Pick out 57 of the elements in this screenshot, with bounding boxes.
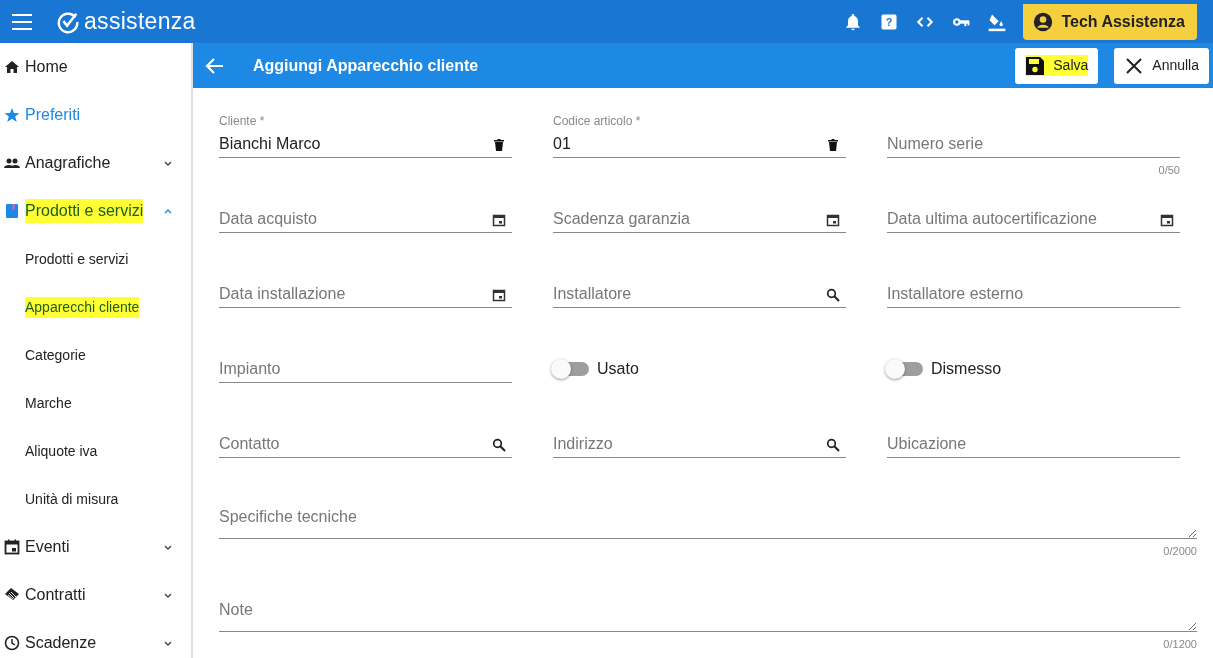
user-button[interactable]: Tech Assistenza <box>1023 3 1197 40</box>
sidebar-item[interactable]: Eventi <box>0 523 191 571</box>
page-title: Aggiungi Apparecchio cliente <box>253 55 479 76</box>
search-icon[interactable] <box>826 438 840 452</box>
calendar-icon[interactable] <box>826 213 840 227</box>
star-icon <box>4 107 20 123</box>
back-arrow-icon[interactable] <box>205 55 225 76</box>
input-field[interactable]: Data ultima autocertificazione <box>887 205 1180 233</box>
trash-icon[interactable] <box>826 138 840 152</box>
input-field[interactable]: Scadenza garanzia <box>553 205 846 233</box>
sidebar-item[interactable]: Anagrafiche <box>0 139 191 187</box>
sidebar-item[interactable]: Unità di misura <box>0 475 191 523</box>
calendar-icon[interactable] <box>1160 213 1174 227</box>
logo-text: assistenza <box>84 7 196 37</box>
calendar-icon[interactable] <box>492 288 506 302</box>
toggle-label: Usato <box>597 359 639 379</box>
field-label: Codice articolo * <box>553 114 641 128</box>
sidebar-item[interactable]: Contratti <box>0 571 191 619</box>
book-icon <box>4 203 20 219</box>
sidebar-item[interactable]: Home <box>0 43 191 91</box>
toggle-switch[interactable] <box>887 362 923 376</box>
sidebar-item[interactable]: Apparecchi cliente <box>0 283 191 331</box>
toggle-label: Dismesso <box>931 359 1002 379</box>
calendar-icon <box>4 539 20 555</box>
sidebar-item[interactable]: Prodotti e servizi <box>0 235 191 283</box>
cancel-button[interactable]: Annulla <box>1114 47 1209 84</box>
input-field[interactable]: Ubicazione <box>887 430 1180 458</box>
char-counter: 0/2000 <box>1163 545 1197 557</box>
sidebar-item[interactable]: Categorie <box>0 331 191 379</box>
user-avatar-icon <box>1033 11 1054 32</box>
char-counter: 0/50 <box>1158 164 1180 176</box>
input-field[interactable]: Contatto <box>219 430 512 458</box>
input-field[interactable]: Installatore <box>553 280 846 308</box>
trash-icon[interactable] <box>492 138 506 152</box>
home-icon <box>4 59 20 75</box>
input-field[interactable]: Installatore esterno <box>887 280 1180 308</box>
input-field[interactable]: Indirizzo <box>553 430 846 458</box>
menu-icon[interactable] <box>12 13 32 30</box>
sidebar-item[interactable]: Preferiti <box>0 91 191 139</box>
close-icon <box>1124 55 1145 76</box>
sidebar-item[interactable]: Scadenze <box>0 619 191 658</box>
sidebar-item[interactable]: Aliquote iva <box>0 427 191 475</box>
clock-icon <box>4 635 20 651</box>
handshake-icon <box>4 587 20 603</box>
input-field[interactable]: Impianto <box>219 355 512 383</box>
sidebar-item[interactable]: Marche <box>0 379 191 427</box>
char-counter: 0/1200 <box>1163 638 1197 650</box>
input-field[interactable]: Numero serie <box>887 130 1180 158</box>
input-field[interactable]: Data installazione <box>219 280 512 308</box>
search-icon[interactable] <box>826 288 840 302</box>
toggle-switch[interactable] <box>553 362 589 376</box>
calendar-icon[interactable] <box>492 213 506 227</box>
input-field[interactable]: Bianchi Marco <box>219 130 512 158</box>
search-icon[interactable] <box>492 438 506 452</box>
input-field[interactable]: Data acquisto <box>219 205 512 233</box>
sidebar-item[interactable]: Prodotti e servizi <box>0 187 191 235</box>
field-label: Cliente * <box>219 114 265 128</box>
